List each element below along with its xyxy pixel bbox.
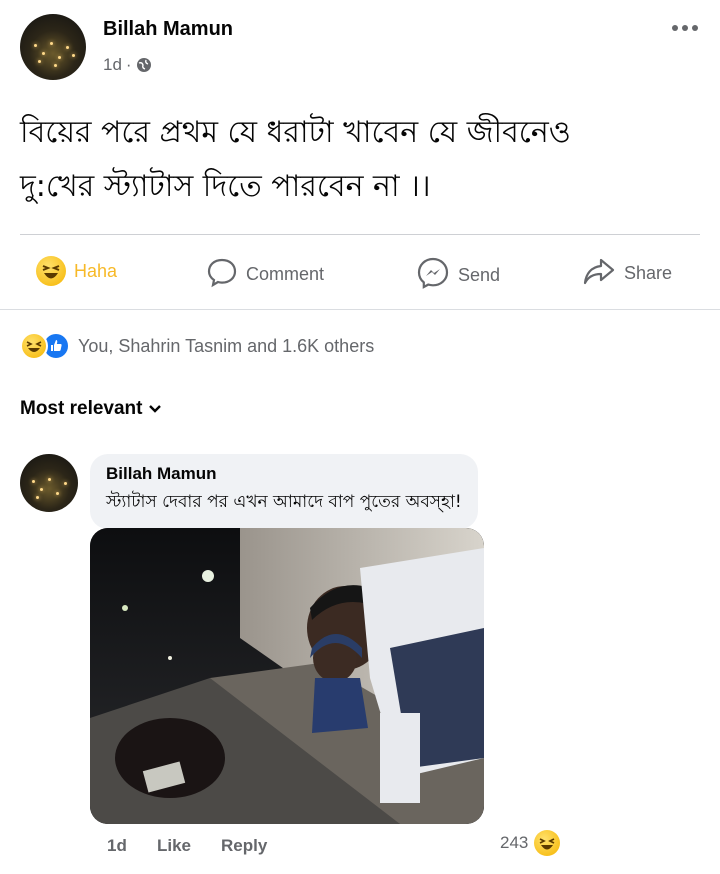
send-label: Send bbox=[458, 265, 501, 285]
comment-button[interactable]: Comment bbox=[206, 256, 324, 293]
send-button[interactable]: Send bbox=[416, 256, 500, 295]
haha-reaction-icon bbox=[20, 332, 48, 360]
messenger-icon bbox=[416, 256, 450, 295]
post-text-line-1: বিয়ের পরে প্রথম যে ধরাটা খাবেন যে জীবনে… bbox=[20, 115, 571, 150]
post-time[interactable]: 1d bbox=[103, 55, 122, 75]
haha-button[interactable]: Haha bbox=[36, 256, 117, 286]
reactions-summary[interactable]: You, Shahrin Tasnim and 1.6K others bbox=[20, 332, 374, 360]
share-label: Share bbox=[624, 263, 673, 283]
globe-icon bbox=[136, 57, 152, 73]
sort-comments-dropdown[interactable]: Most relevant bbox=[20, 398, 162, 420]
sort-label: Most relevant bbox=[20, 398, 143, 419]
comment-time: 1d bbox=[107, 836, 127, 855]
more-horizontal-icon[interactable] bbox=[670, 20, 700, 34]
haha-label: Haha bbox=[74, 260, 118, 281]
share-button[interactable]: Share bbox=[582, 256, 672, 291]
post-author-name[interactable]: Billah Mamun bbox=[103, 18, 233, 41]
haha-reaction-icon bbox=[534, 830, 561, 856]
post-divider bbox=[20, 234, 700, 235]
comment-label: Comment bbox=[246, 264, 325, 284]
post-author-avatar[interactable] bbox=[20, 14, 86, 80]
comment-bubble: Billah Mamun স্ট্যাটাস দেবার পর এখন আমাদ… bbox=[90, 454, 478, 529]
comment-like-button[interactable]: Like bbox=[157, 836, 191, 856]
reactions-summary-text: You, Shahrin Tasnim and 1.6K others bbox=[78, 335, 375, 356]
comment-photo[interactable] bbox=[90, 528, 484, 824]
comment-reaction-count: 243 bbox=[500, 833, 529, 852]
chevron-down-icon bbox=[148, 398, 162, 420]
post-text: বিয়ের পরে প্রথম যে ধরাটা খাবেন যে জীবনে… bbox=[20, 106, 710, 214]
comment-icon bbox=[206, 256, 238, 293]
post-meta: 1d · bbox=[103, 55, 152, 75]
haha-emoji-icon bbox=[36, 256, 66, 286]
comment-reactions[interactable]: 243 bbox=[500, 830, 561, 856]
section-divider bbox=[0, 309, 720, 310]
comment-text: স্ট্যাটাস দেবার পর এখন আমাদে বাপ পুতের অ… bbox=[106, 492, 462, 512]
share-icon bbox=[582, 256, 616, 291]
comment-author-name[interactable]: Billah Mamun bbox=[106, 464, 462, 484]
comment-reply-button[interactable]: Reply bbox=[221, 836, 267, 856]
comment-author-avatar[interactable] bbox=[20, 454, 78, 512]
post-text-line-2: দু:খের স্ট্যাটাস দিতে পারবেন না ।। bbox=[20, 169, 431, 204]
